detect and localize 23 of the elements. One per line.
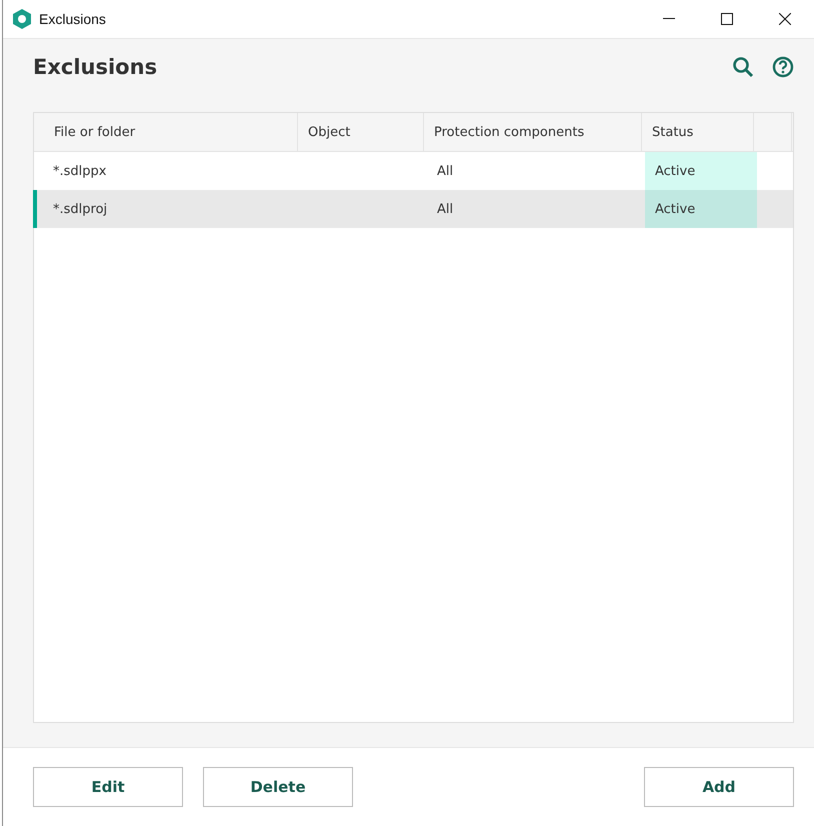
- help-icon[interactable]: [772, 56, 794, 78]
- app-shield-icon: [13, 9, 31, 29]
- action-button[interactable]: Delete: [203, 767, 353, 807]
- window-title: Exclusions: [39, 11, 107, 27]
- status-cell: Active: [645, 152, 757, 190]
- column-header[interactable]: Protection components: [424, 113, 642, 151]
- table-cell-text: *.sdlproj: [52, 200, 108, 218]
- table-cell-text: *.sdlppx: [52, 162, 108, 180]
- search-icon[interactable]: [732, 56, 754, 78]
- page-heading: Exclusions: [33, 55, 158, 79]
- minimize-icon: [663, 18, 675, 20]
- column-header[interactable]: Object: [298, 113, 424, 151]
- column-header[interactable]: Status: [642, 113, 754, 151]
- table-cell-text: All: [436, 162, 454, 180]
- action-button[interactable]: Edit: [33, 767, 183, 807]
- status-cell: Active: [645, 190, 757, 228]
- column-header[interactable]: File or folder: [34, 113, 298, 151]
- table-row[interactable]: *.sdlppx All Active: [33, 152, 793, 190]
- maximize-icon: [721, 13, 733, 25]
- table-row[interactable]: *.sdlproj All Active: [33, 190, 793, 228]
- table-cell-text: All: [436, 200, 454, 218]
- close-icon: [779, 13, 791, 25]
- action-button[interactable]: Add: [644, 767, 794, 807]
